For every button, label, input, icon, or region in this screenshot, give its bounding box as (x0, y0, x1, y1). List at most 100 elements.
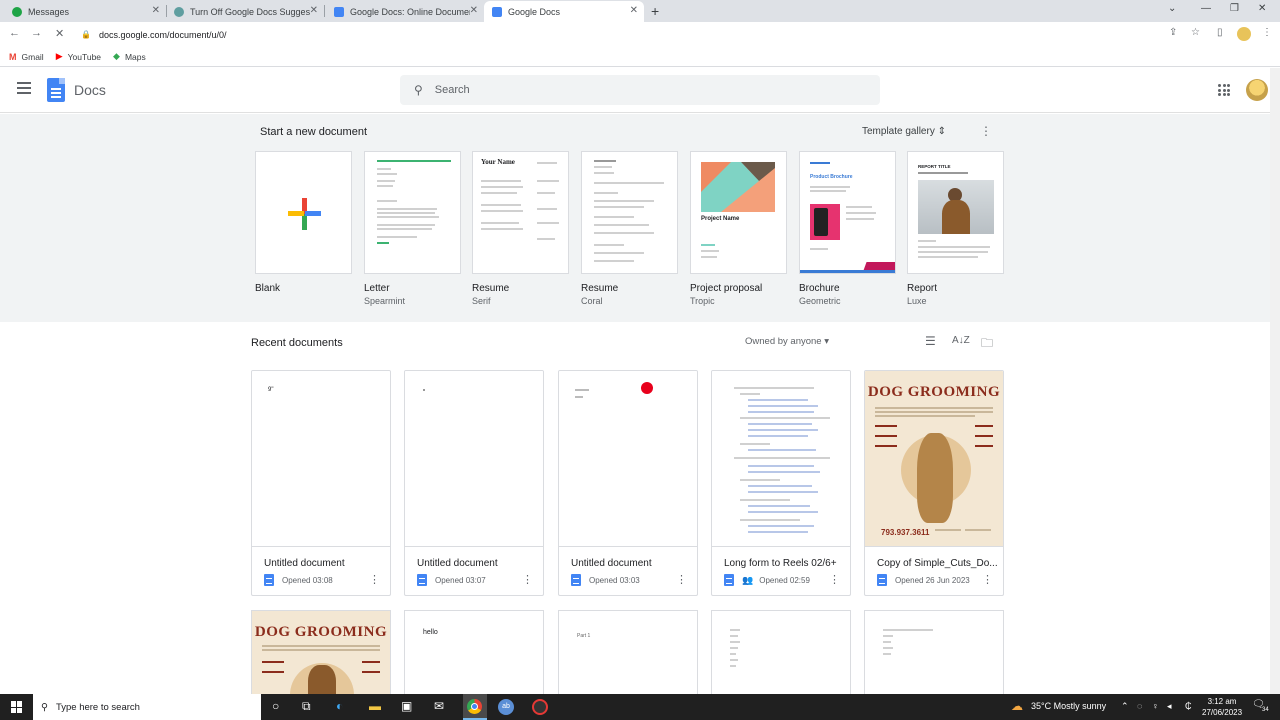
template-brochure[interactable]: Product Brochure Brochure Geometric (799, 151, 896, 306)
close-tab-icon[interactable]: ✕ (630, 5, 638, 16)
edge-icon[interactable]: ◐ (336, 699, 343, 713)
doc-preview[interactable] (559, 371, 697, 547)
recorder-icon[interactable] (532, 699, 548, 715)
weather-icon[interactable]: ☁ (1011, 699, 1023, 713)
recent-doc-card[interactable]: DOG GROOMING (251, 610, 391, 700)
recent-doc-card[interactable]: Untitled document Opened 03:07 ⋮ (404, 370, 544, 596)
recent-doc-card[interactable] (711, 610, 851, 700)
template-more-icon[interactable]: ⋮ (980, 124, 992, 138)
close-tab-icon[interactable]: ✕ (152, 5, 160, 16)
template-gallery-button[interactable]: Template gallery ⇕ (862, 126, 946, 137)
app-icon[interactable]: ab (498, 699, 514, 715)
template-thumbnail[interactable] (255, 151, 352, 274)
browser-tab-google-docs[interactable]: Google Docs ✕ (484, 1, 644, 22)
sort-az-icon[interactable]: A↓Z (952, 335, 970, 346)
url-input[interactable]: 🔒 docs.google.com/document/u/0/ (75, 25, 1155, 44)
minimize-button[interactable]: — (1201, 3, 1211, 14)
language-icon[interactable]: ₵ (1185, 701, 1192, 711)
task-view-icon[interactable]: ⧉ (302, 699, 311, 714)
new-tab-button[interactable]: + (651, 3, 659, 19)
account-avatar[interactable] (1246, 79, 1268, 101)
network-icon[interactable]: ◌ (1137, 701, 1142, 711)
bookmark-gmail[interactable]: M Gmail (9, 52, 44, 62)
browser-tab-messages[interactable]: Messages ✕ (4, 1, 166, 22)
template-project-proposal[interactable]: Project Name Project proposal Tropic (690, 151, 787, 306)
recent-doc-card[interactable]: Untitled document Opened 03:03 ⋮ (558, 370, 698, 596)
reload-icon[interactable]: ✕ (55, 27, 64, 40)
template-report[interactable]: REPORT TITLE Report Luxe (907, 151, 1004, 306)
template-letter[interactable]: Letter Spearmint (364, 151, 461, 306)
recent-doc-card[interactable]: Long form to Reels 02/6+ 👥 Opened 02:59 … (711, 370, 851, 596)
template-thumbnail[interactable] (364, 151, 461, 274)
browser-tab-turn-off-suggestions[interactable]: Turn Off Google Docs Suggestio ✕ (166, 1, 324, 22)
speaker-icon[interactable]: ◂ (1167, 701, 1172, 712)
template-blank[interactable]: Blank (255, 151, 352, 294)
search-icon: ⚲ (41, 701, 48, 713)
doc-more-icon[interactable]: ⋮ (522, 573, 533, 586)
template-thumbnail[interactable] (581, 151, 678, 274)
bookmarks-bar: M Gmail ▶ YouTube ◆ Maps (0, 47, 1280, 67)
list-view-icon[interactable]: ☰ (925, 334, 936, 348)
template-thumbnail[interactable]: Product Brochure (799, 151, 896, 274)
forward-icon[interactable]: → (31, 27, 42, 39)
bookmark-star-icon[interactable]: ☆ (1191, 27, 1200, 38)
template-resume-coral[interactable]: Resume Coral (581, 151, 678, 306)
share-icon[interactable]: ⇪ (1169, 27, 1177, 38)
folder-icon[interactable]: 🗀 (981, 334, 993, 355)
system-clock[interactable]: 3:12 am 27/06/2023 (1202, 696, 1242, 718)
docs-logo-icon[interactable] (47, 78, 65, 102)
microphone-icon[interactable]: ♀ (1152, 701, 1159, 711)
browser-menu-icon[interactable]: ⋮ (1262, 27, 1272, 38)
close-tab-icon[interactable]: ✕ (310, 5, 318, 16)
recent-doc-card[interactable]: 9" Untitled document Opened 03:08 ⋮ (251, 370, 391, 596)
restore-button[interactable]: ❐ (1230, 3, 1239, 14)
template-thumbnail[interactable]: Your Name (472, 151, 569, 274)
bookmark-maps[interactable]: ◆ Maps (113, 51, 146, 62)
main-menu-icon[interactable] (17, 82, 31, 97)
search-input[interactable]: ⚲ Search (400, 75, 880, 105)
owner-filter-dropdown[interactable]: Owned by anyone ▾ (745, 336, 829, 347)
back-icon[interactable]: ← (9, 27, 20, 39)
doc-more-icon[interactable]: ⋮ (676, 573, 687, 586)
doc-preview[interactable] (712, 371, 850, 547)
doc-more-icon[interactable]: ⋮ (982, 573, 993, 586)
template-resume-serif[interactable]: Your Name Resume Serif (472, 151, 569, 306)
doc-preview-text: hello (423, 629, 438, 636)
google-apps-icon[interactable] (1218, 84, 1230, 96)
side-panel-icon[interactable]: ▯ (1217, 27, 1223, 38)
taskbar-search-input[interactable]: ⚲ Type here to search (33, 694, 261, 720)
recent-doc-card[interactable] (864, 610, 1004, 700)
template-name: Resume (581, 283, 619, 294)
weather-text[interactable]: 35°C Mostly sunny (1031, 701, 1106, 711)
report-photo-image (918, 180, 994, 234)
close-tab-icon[interactable]: ✕ (470, 5, 478, 16)
doc-preview[interactable]: DOG GROOMING 793.937.3611 (865, 371, 1003, 547)
recent-doc-card[interactable]: DOG GROOMING 793.937.3611 Copy of Simple… (864, 370, 1004, 596)
recent-doc-card[interactable]: Part 1 (558, 610, 698, 700)
recent-doc-card[interactable]: hello (404, 610, 544, 700)
template-thumbnail[interactable]: Project Name (690, 151, 787, 274)
cortana-icon[interactable]: ○ (272, 699, 279, 713)
mail-icon[interactable]: ✉ (434, 699, 444, 713)
bookmark-youtube[interactable]: ▶ YouTube (56, 51, 101, 62)
app-name[interactable]: Docs (74, 82, 106, 98)
page-scrollbar[interactable] (1270, 68, 1280, 694)
doc-more-icon[interactable]: ⋮ (829, 573, 840, 586)
template-heading: Start a new document (260, 126, 368, 138)
docs-file-icon (571, 574, 581, 586)
close-window-button[interactable]: ✕ (1258, 3, 1266, 14)
chrome-taskbar-button[interactable] (463, 694, 487, 720)
profile-avatar[interactable] (1237, 27, 1251, 41)
template-thumbnail[interactable]: REPORT TITLE (907, 151, 1004, 274)
file-explorer-icon[interactable]: ▬ (369, 699, 381, 713)
tab-search-icon[interactable]: ⌄ (1168, 3, 1176, 14)
doc-preview[interactable] (405, 371, 543, 547)
windows-start-icon[interactable] (11, 701, 23, 713)
template-name: Report (907, 283, 938, 294)
docs-file-icon (417, 574, 427, 586)
show-hidden-icons-icon[interactable]: ⌃ (1121, 701, 1129, 712)
browser-tab-docs-online[interactable]: Google Docs: Online Document ✕ (326, 1, 484, 22)
doc-preview[interactable]: 9" (252, 371, 390, 547)
doc-more-icon[interactable]: ⋮ (369, 573, 380, 586)
store-icon[interactable]: ▣ (401, 699, 412, 713)
